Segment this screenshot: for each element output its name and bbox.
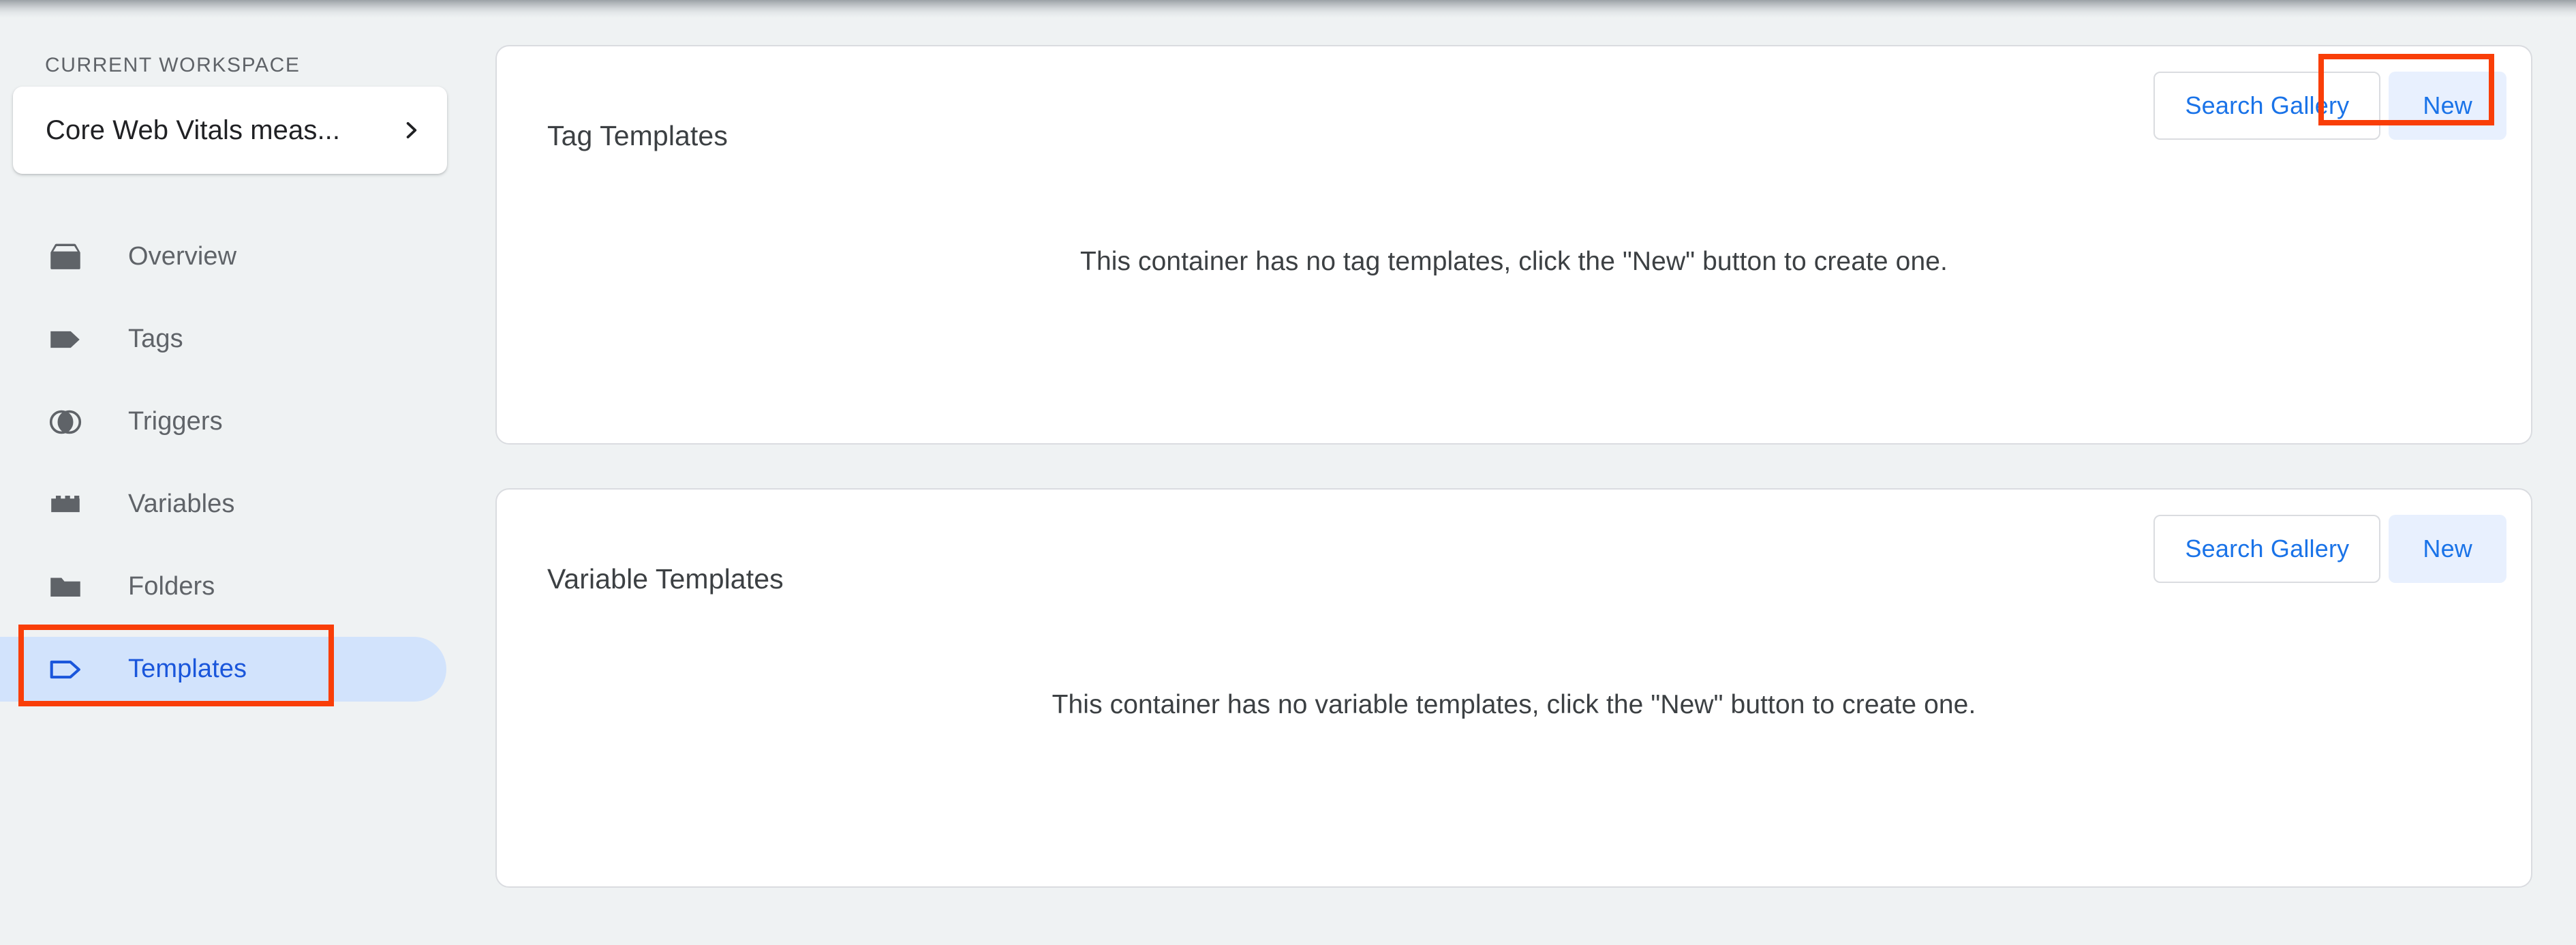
- sidebar: CURRENT WORKSPACE Core Web Vitals meas..…: [0, 18, 495, 945]
- tag-templates-empty-message: This container has no tag templates, cli…: [1080, 247, 1948, 276]
- workspace-selector[interactable]: Core Web Vitals meas...: [13, 87, 447, 174]
- tag-templates-card: Tag Templates Search Gallery New This co…: [495, 45, 2532, 445]
- sidebar-item-label: Tags: [128, 325, 183, 353]
- variable-templates-empty-message: This container has no variable templates…: [1052, 690, 1976, 719]
- sidebar-item-triggers[interactable]: Triggers: [0, 380, 495, 463]
- sidebar-item-folders[interactable]: Folders: [0, 545, 495, 628]
- overview-box-icon: [43, 235, 88, 280]
- sidebar-item-overview[interactable]: Overview: [0, 215, 495, 298]
- sidebar-item-label: Variables: [128, 490, 235, 518]
- triggers-circles-icon: [43, 400, 88, 445]
- chevron-right-icon: [401, 120, 421, 140]
- sidebar-nav: Overview Tags Triggers Variables Folders…: [0, 215, 495, 710]
- main-content: Tag Templates Search Gallery New This co…: [495, 0, 2576, 945]
- variable-templates-card: Variable Templates Search Gallery New Th…: [495, 488, 2532, 888]
- sidebar-item-label: Templates: [128, 655, 247, 683]
- sidebar-item-templates[interactable]: Templates: [0, 628, 495, 710]
- folder-icon: [43, 565, 88, 610]
- sidebar-item-tags[interactable]: Tags: [0, 298, 495, 380]
- tag-outline-icon: [43, 647, 88, 692]
- sidebar-item-variables[interactable]: Variables: [0, 463, 495, 545]
- sidebar-item-label: Triggers: [128, 407, 223, 436]
- sidebar-item-label: Folders: [128, 572, 215, 601]
- current-workspace-label: CURRENT WORKSPACE: [45, 54, 301, 76]
- sidebar-item-label: Overview: [128, 242, 237, 271]
- tag-filled-icon: [43, 317, 88, 362]
- workspace-name: Core Web Vitals meas...: [46, 115, 341, 145]
- variables-block-icon: [43, 482, 88, 527]
